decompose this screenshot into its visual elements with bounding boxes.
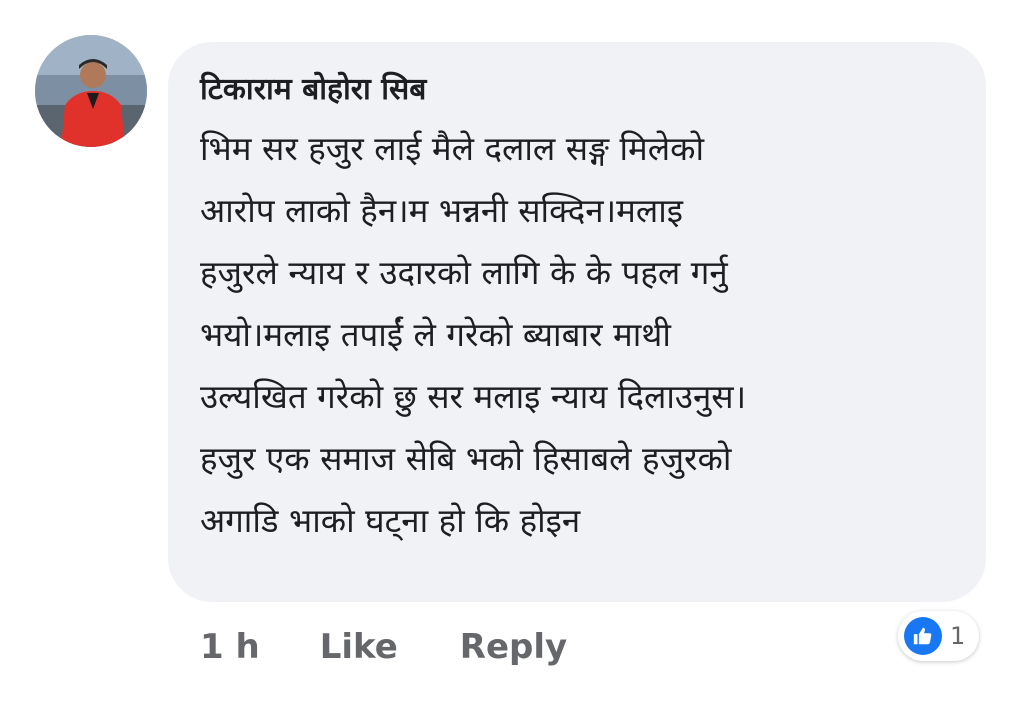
- comment-bubble: टिकाराम बोहोरा सिब भिम सर हजुर लाई मैले …: [168, 42, 986, 602]
- reaction-summary[interactable]: 1: [898, 611, 980, 661]
- comment-text-line: हजुर एक समाज सेबि भको हिसाबले हजुरको: [200, 439, 732, 478]
- comment-text-line: आरोप लाको हैन।म भन्ननी सक्दिन।मलाइ: [200, 191, 683, 230]
- avatar[interactable]: [35, 35, 147, 147]
- comment-text-line: भिम सर हजुर लाई मैले दलाल सङ्ग मिलेको: [200, 129, 705, 168]
- comment-author-name[interactable]: टिकाराम बोहोरा सिब: [200, 68, 954, 112]
- like-icon: [904, 617, 942, 655]
- reply-button[interactable]: Reply: [460, 627, 567, 667]
- avatar-photo: [35, 35, 147, 147]
- thumbs-up-icon: [913, 627, 932, 645]
- reaction-count: 1: [950, 622, 966, 650]
- comment-timestamp[interactable]: 1 h: [200, 627, 260, 667]
- comment-text-line: अगाडि भाको घट्ना हो कि होइन: [200, 501, 581, 540]
- like-button[interactable]: Like: [320, 627, 398, 667]
- comment-text: भिम सर हजुर लाई मैले दलाल सङ्ग मिलेको आर…: [200, 118, 954, 552]
- comment-actions: 1 h Like Reply: [200, 622, 629, 672]
- comment-screen: टिकाराम बोहोरा सिब भिम सर हजुर लाई मैले …: [0, 0, 1024, 706]
- comment-text-line: उल्यखित गरेको छु सर मलाइ न्याय दिलाउनुस।: [200, 377, 747, 416]
- comment-text-line: भयो।मलाइ तपाईं ले गरेको ब्याबार माथी: [200, 315, 671, 354]
- comment-text-line: हजुरले न्याय र उदारको लागि के के पहल गर्…: [200, 253, 728, 292]
